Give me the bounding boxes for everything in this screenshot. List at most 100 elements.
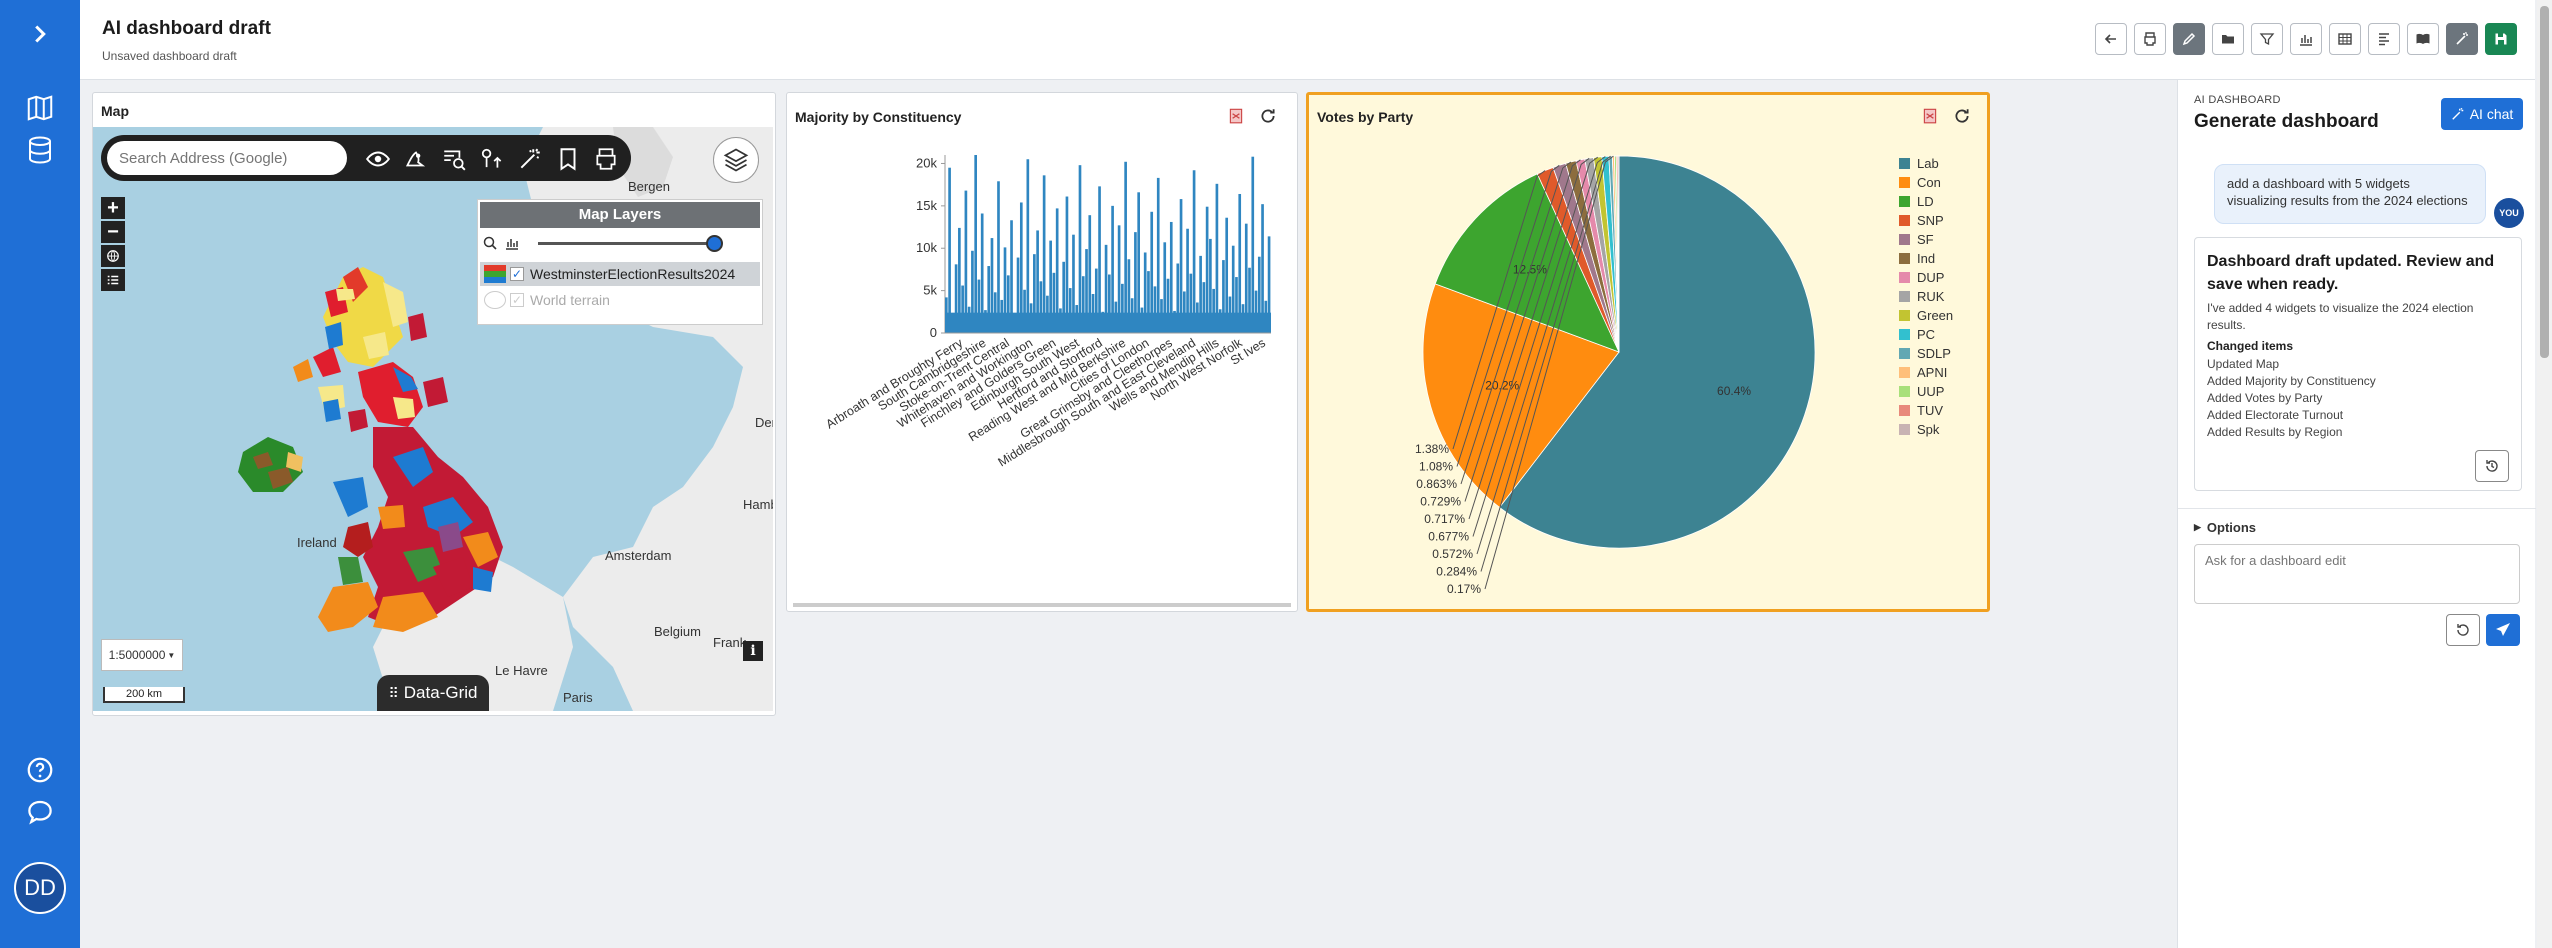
bar <box>1215 183 1219 333</box>
map-icon[interactable] <box>20 88 60 128</box>
page-title: AI dashboard draft <box>102 18 271 39</box>
filter-icon <box>2259 33 2275 46</box>
magic-wand-icon[interactable] <box>515 144 545 174</box>
route-icon[interactable] <box>477 144 507 174</box>
page-header: AI dashboard draft Unsaved dashboard dra… <box>80 0 2535 80</box>
legend-label: Spk <box>1917 422 1940 437</box>
legend-swatch <box>1899 177 1910 188</box>
layer-style-icon[interactable] <box>401 144 431 174</box>
scroll-thumb[interactable] <box>2540 6 2549 358</box>
send-icon <box>2496 623 2510 636</box>
folder-icon <box>2222 35 2234 44</box>
export-icon[interactable] <box>1921 107 1939 125</box>
horizontal-scrollbar[interactable] <box>793 603 1291 607</box>
bar <box>1124 161 1127 333</box>
ai-response-card: Dashboard draft updated. Review and save… <box>2194 237 2522 491</box>
eye-icon[interactable] <box>363 144 393 174</box>
dashboard-edit-input[interactable] <box>2194 544 2520 604</box>
layer-checkbox[interactable]: ✓ <box>510 267 524 281</box>
ai-chat-button[interactable]: AI chat <box>2441 98 2523 130</box>
options-toggle[interactable]: ▶ Options <box>2194 520 2256 535</box>
legend-swatch <box>1899 215 1910 226</box>
layers-toggle-button[interactable] <box>713 137 759 183</box>
pie-value-label: 0.717% <box>1424 512 1465 526</box>
chat-icon[interactable] <box>20 792 60 832</box>
chart-icon[interactable] <box>504 235 520 251</box>
magic-wand-button[interactable] <box>2446 23 2478 55</box>
layer-checkbox[interactable]: ✓ <box>510 293 524 307</box>
changed-item: Added Votes by Party <box>2207 391 2323 405</box>
map-layers-title: Map Layers <box>480 202 760 228</box>
print-button[interactable] <box>2134 23 2166 55</box>
edit-icon <box>2182 32 2196 46</box>
pie-value-label: 0.17% <box>1447 582 1481 596</box>
info-icon[interactable]: i <box>743 641 763 661</box>
back-button[interactable] <box>2095 23 2127 55</box>
legend-list-icon[interactable] <box>101 269 125 291</box>
legend-swatch <box>1899 386 1910 397</box>
align-button[interactable] <box>2368 23 2400 55</box>
print-icon[interactable] <box>591 144 621 174</box>
majority-bar-chart: 05k10k15k20kArbroath and Broughty FerryS… <box>823 155 1271 469</box>
bookmark-icon[interactable] <box>553 144 583 174</box>
votes-pie-chart: 60.4%20.2%12.5%1.38%1.08%0.863%0.729%0.7… <box>1415 155 1953 596</box>
query-icon[interactable] <box>439 144 469 174</box>
legend-swatch <box>1899 405 1910 416</box>
bar-chart-button[interactable] <box>2290 23 2322 55</box>
layers-icon <box>723 148 749 172</box>
legend-label: Con <box>1917 175 1941 190</box>
undo-response-button[interactable] <box>2475 450 2509 482</box>
zoom-out-button[interactable]: − <box>101 221 125 243</box>
votes-widget-title: Votes by Party <box>1317 109 1414 125</box>
ai-response-title: Dashboard draft updated. Review and save… <box>2207 253 2495 293</box>
search-icon[interactable] <box>482 235 498 251</box>
pie-value-label: 0.863% <box>1416 477 1457 491</box>
book-icon <box>2416 33 2430 44</box>
map-scale-select[interactable]: 1:5000000 ▼ <box>101 639 183 671</box>
book-button[interactable] <box>2407 23 2439 55</box>
legend-label: SDLP <box>1917 346 1951 361</box>
bar <box>1065 196 1069 333</box>
changed-items-label: Changed items <box>2207 339 2294 353</box>
database-icon[interactable] <box>20 130 60 170</box>
pie-value-label: 0.677% <box>1428 530 1469 544</box>
reset-button[interactable] <box>2446 614 2480 646</box>
map-label-frank: Frank <box>713 635 747 650</box>
layer-opacity-slider[interactable] <box>538 234 728 252</box>
layer-name: World terrain <box>530 292 610 308</box>
expand-icon[interactable] <box>20 14 60 54</box>
edit-button[interactable] <box>2173 23 2205 55</box>
legend-label: Lab <box>1917 156 1939 171</box>
map-label-den: Den <box>755 415 773 430</box>
folder-button[interactable] <box>2212 23 2244 55</box>
avatar[interactable]: DD <box>14 862 66 914</box>
refresh-icon[interactable] <box>1953 107 1971 125</box>
export-icon[interactable] <box>1227 107 1245 125</box>
zoom-in-button[interactable]: + <box>101 197 125 219</box>
options-label: Options <box>2206 520 2257 535</box>
legend-label: Green <box>1917 308 1953 323</box>
print-icon <box>2144 32 2156 46</box>
bar <box>997 181 1000 333</box>
table-button[interactable] <box>2329 23 2361 55</box>
map-search-input[interactable] <box>107 141 347 175</box>
ai-panel-heading: Generate dashboard <box>2194 111 2379 132</box>
bar <box>1192 170 1196 333</box>
y-tick-label: 20k <box>916 155 937 170</box>
globe-icon[interactable] <box>101 245 125 267</box>
table-icon <box>2338 33 2352 45</box>
help-icon[interactable] <box>20 750 60 790</box>
save-button[interactable] <box>2485 23 2517 55</box>
map-canvas[interactable]: Bergen Ireland Amsterdam Belgium Paris L… <box>93 127 773 711</box>
filter-button[interactable] <box>2251 23 2283 55</box>
refresh-icon[interactable] <box>1259 107 1277 125</box>
ai-panel-eyebrow: AI DASHBOARD <box>2194 94 2281 106</box>
map-label-le-havre: Le Havre <box>495 663 548 678</box>
data-grid-button[interactable]: ⠿ Data-Grid <box>377 675 489 711</box>
bar <box>1251 156 1255 333</box>
layer-row-westminster[interactable]: ✓ WestminsterElectionResults2024 <box>480 262 760 286</box>
legend-label: PC <box>1917 327 1935 342</box>
layer-row-world-terrain[interactable]: ✓ World terrain <box>480 288 610 312</box>
send-button[interactable] <box>2486 614 2520 646</box>
page-scrollbar[interactable] <box>2537 0 2552 948</box>
